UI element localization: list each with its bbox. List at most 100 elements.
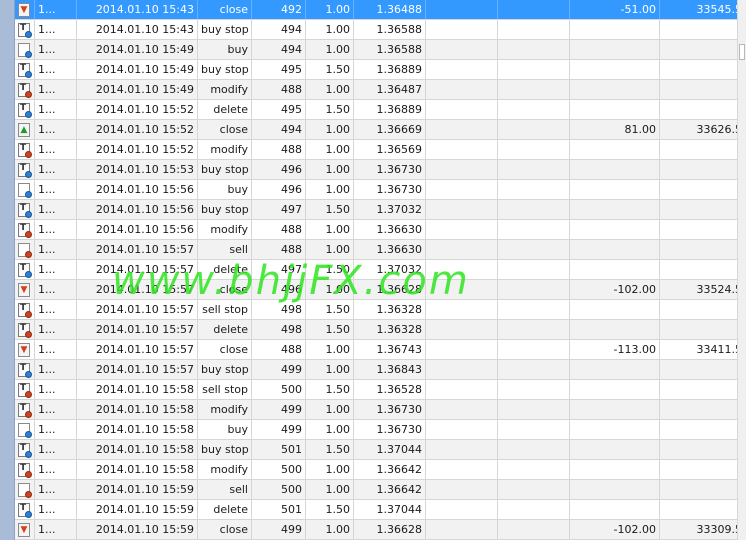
pending-order-red-icon: T: [18, 303, 32, 318]
sl-cell: [426, 200, 498, 219]
type-cell: delete: [198, 500, 252, 519]
price-cell: 1.36730: [354, 180, 426, 199]
table-row[interactable]: 1... 2014.01.10 15:49 buy 494 1.00 1.36588: [15, 40, 738, 60]
vertical-scrollbar[interactable]: [737, 0, 746, 540]
type-cell: buy: [198, 40, 252, 59]
size-cell: 1.00: [306, 20, 354, 39]
table-row[interactable]: T 1... 2014.01.10 15:58 modify 500 1.00 1.3664…: [15, 460, 738, 480]
table-row[interactable]: T 1... 2014.01.10 15:58 buy stop 501 1.50 1.37…: [15, 440, 738, 460]
table-row[interactable]: ▼ 1... 2014.01.10 15:57 close 496 1.00 1.36628…: [15, 280, 746, 300]
profit-cell: [570, 160, 660, 179]
table-row[interactable]: T 1... 2014.01.10 15:43 buy stop 494 1.00 1.36…: [15, 20, 738, 40]
table-row[interactable]: T 1... 2014.01.10 15:57 buy stop 499 1.00 1.36…: [15, 360, 738, 380]
price-cell: 1.37044: [354, 440, 426, 459]
time-cell: 2014.01.10 15:59: [77, 520, 198, 539]
type-cell: close: [198, 520, 252, 539]
balance-cell: 33524.51: [660, 280, 746, 299]
sl-cell: [426, 0, 498, 19]
time-cell: 2014.01.10 15:49: [77, 40, 198, 59]
table-row-selected[interactable]: ▼ 1... 2014.01.10 15:43 close 492 1.00 1.36488…: [15, 0, 746, 20]
tp-cell: [498, 240, 570, 259]
time-cell: 2014.01.10 15:58: [77, 400, 198, 419]
table-row[interactable]: 1... 2014.01.10 15:59 sell 500 1.00 1.36642: [15, 480, 738, 500]
icon-cell: T: [15, 20, 35, 39]
time-cell: 2014.01.10 15:56: [77, 180, 198, 199]
table-row[interactable]: T 1... 2014.01.10 15:58 modify 499 1.00 1.3673…: [15, 400, 738, 420]
type-cell: buy stop: [198, 360, 252, 379]
table-row[interactable]: T 1... 2014.01.10 15:56 buy stop 497 1.50 1.37…: [15, 200, 738, 220]
order-cell: 494: [252, 40, 306, 59]
time-cell: 2014.01.10 15:57: [77, 280, 198, 299]
balance-cell: [660, 360, 746, 379]
profit-cell: -102.00: [570, 280, 660, 299]
table-row[interactable]: T 1... 2014.01.10 15:58 sell stop 500 1.50 1.3…: [15, 380, 738, 400]
sl-cell: [426, 80, 498, 99]
balance-cell: [660, 260, 746, 279]
table-row[interactable]: T 1... 2014.01.10 15:57 sell stop 498 1.50 1.3…: [15, 300, 738, 320]
type-cell: buy stop: [198, 160, 252, 179]
table-row[interactable]: 1... 2014.01.10 15:57 sell 488 1.00 1.36630: [15, 240, 738, 260]
row-number-cell: 1...: [35, 240, 77, 259]
size-cell: 1.00: [306, 460, 354, 479]
icon-cell: T: [15, 500, 35, 519]
size-cell: 1.00: [306, 520, 354, 539]
table-row[interactable]: T 1... 2014.01.10 15:57 delete 497 1.50 1.3703…: [15, 260, 738, 280]
icon-cell: T: [15, 60, 35, 79]
type-cell: modify: [198, 460, 252, 479]
order-cell: 498: [252, 320, 306, 339]
table-row[interactable]: T 1... 2014.01.10 15:53 buy stop 496 1.00 1.36…: [15, 160, 738, 180]
row-number-cell: 1...: [35, 520, 77, 539]
icon-cell: T: [15, 260, 35, 279]
time-cell: 2014.01.10 15:52: [77, 140, 198, 159]
open-order-red-icon: [18, 243, 32, 258]
row-number-cell: 1...: [35, 200, 77, 219]
sl-cell: [426, 420, 498, 439]
price-cell: 1.36588: [354, 20, 426, 39]
order-cell: 501: [252, 500, 306, 519]
size-cell: 1.50: [306, 380, 354, 399]
price-cell: 1.36642: [354, 480, 426, 499]
profit-cell: -51.00: [570, 0, 660, 19]
table-row[interactable]: T 1... 2014.01.10 15:52 modify 488 1.00 1.3656…: [15, 140, 738, 160]
table-row[interactable]: ▲ 1... 2014.01.10 15:52 close 494 1.00 1.36669…: [15, 120, 746, 140]
row-number-cell: 1...: [35, 180, 77, 199]
time-cell: 2014.01.10 15:49: [77, 60, 198, 79]
table-row[interactable]: T 1... 2014.01.10 15:59 delete 501 1.50 1.3704…: [15, 500, 738, 520]
table-row[interactable]: T 1... 2014.01.10 15:56 modify 488 1.00 1.3663…: [15, 220, 738, 240]
icon-cell: ▼: [15, 520, 35, 539]
table-row[interactable]: ▼ 1... 2014.01.10 15:57 close 488 1.00 1.36743…: [15, 340, 746, 360]
size-cell: 1.50: [306, 320, 354, 339]
close-down-icon: ▼: [18, 283, 30, 297]
balance-cell: [660, 380, 746, 399]
icon-cell: T: [15, 200, 35, 219]
scrollbar-thumb[interactable]: [739, 44, 745, 60]
table-row[interactable]: T 1... 2014.01.10 15:57 delete 498 1.50 1.3632…: [15, 320, 738, 340]
table-row[interactable]: T 1... 2014.01.10 15:49 modify 488 1.00 1.3648…: [15, 80, 738, 100]
type-cell: close: [198, 120, 252, 139]
time-cell: 2014.01.10 15:52: [77, 120, 198, 139]
tp-cell: [498, 400, 570, 419]
row-number-cell: 1...: [35, 460, 77, 479]
row-number-cell: 1...: [35, 80, 77, 99]
table-row[interactable]: T 1... 2014.01.10 15:52 delete 495 1.50 1.3688…: [15, 100, 738, 120]
type-cell: close: [198, 0, 252, 19]
tp-cell: [498, 160, 570, 179]
order-cell: 497: [252, 200, 306, 219]
size-cell: 1.50: [306, 100, 354, 119]
sl-cell: [426, 480, 498, 499]
pending-order-blue-icon: T: [18, 103, 32, 118]
icon-cell: T: [15, 300, 35, 319]
table-row[interactable]: ▼ 1... 2014.01.10 15:59 close 499 1.00 1.36628…: [15, 520, 746, 540]
icon-cell: [15, 480, 35, 499]
sl-cell: [426, 340, 498, 359]
size-cell: 1.00: [306, 0, 354, 19]
type-cell: buy stop: [198, 440, 252, 459]
order-cell: 488: [252, 80, 306, 99]
table-row[interactable]: 1... 2014.01.10 15:58 buy 499 1.00 1.36730: [15, 420, 738, 440]
price-cell: 1.36630: [354, 240, 426, 259]
sl-cell: [426, 460, 498, 479]
table-row[interactable]: 1... 2014.01.10 15:56 buy 496 1.00 1.36730: [15, 180, 738, 200]
row-number-cell: 1...: [35, 380, 77, 399]
table-row[interactable]: T 1... 2014.01.10 15:49 buy stop 495 1.50 1.36…: [15, 60, 738, 80]
sl-cell: [426, 500, 498, 519]
